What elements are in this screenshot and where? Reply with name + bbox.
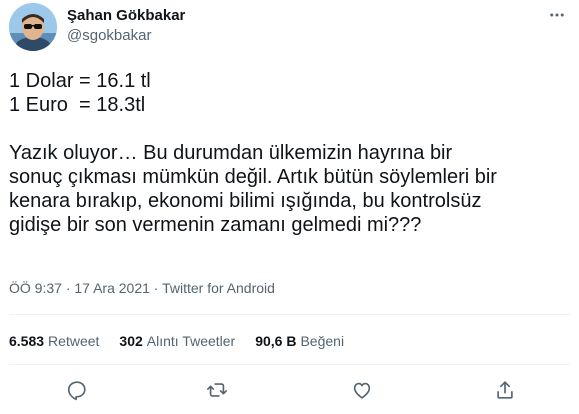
tweet-text-line: Yazık oluyor… Bu durumdan ülkemizin hayr…: [9, 142, 453, 164]
author-display-name[interactable]: Şahan Gökbakar: [67, 7, 185, 25]
retweet-count-link[interactable]: 6.583 Retweet: [9, 332, 99, 350]
tweet-actions: [0, 375, 579, 405]
tweet-card: Şahan Gökbakar @sgokbakar 1 Dolar = 16.1…: [0, 0, 579, 414]
retweet-icon: [207, 383, 227, 397]
tweet-source-link[interactable]: Twitter for Android: [162, 280, 275, 296]
retweet-label: Retweet: [48, 333, 100, 349]
tweet-time: ÖÖ 9:37: [9, 280, 62, 296]
tweet-meta: ÖÖ 9:37 · 17 Ara 2021 · Twitter for Andr…: [9, 280, 275, 296]
tweet-stats: 6.583 Retweet 302 Alıntı Tweetler 90,6 B Be…: [9, 332, 344, 350]
tweet-date: 17 Ara 2021: [74, 280, 150, 296]
reply-button[interactable]: [62, 375, 92, 405]
like-count-link[interactable]: 90,6 B Beğeni: [255, 332, 344, 350]
avatar-image: [9, 3, 57, 51]
quote-count-link[interactable]: 302 Alıntı Tweetler: [119, 332, 235, 350]
share-icon: [497, 381, 513, 399]
tweet-text: 1 Dolar = 16.1 tl 1 Euro = 18.3tl Yazık …: [9, 69, 574, 237]
like-button[interactable]: [347, 375, 377, 405]
quote-count: 302: [119, 333, 143, 349]
tweet-text-line: 1 Dolar = 16.1 tl: [9, 70, 151, 92]
tweet-text-line: gidişe bir son vermenin zamanı gelmedi m…: [9, 214, 422, 236]
meta-separator: ·: [153, 280, 159, 296]
meta-separator: ·: [65, 280, 71, 296]
share-button[interactable]: [490, 375, 520, 405]
tweet-text-line: 1 Euro = 18.3tl: [9, 94, 146, 116]
like-label: Beğeni: [300, 333, 345, 349]
tweet-timestamp[interactable]: ÖÖ 9:37 · 17 Ara 2021: [9, 280, 150, 296]
like-count: 90,6 B: [255, 333, 297, 349]
more-options-button[interactable]: [542, 2, 572, 28]
retweet-button[interactable]: [202, 375, 232, 405]
more-horizontal-icon: [550, 13, 564, 17]
retweet-count: 6.583: [9, 333, 45, 349]
divider: [9, 364, 570, 365]
tweet-text-line: kenara bırakıp, ekonomi bilimi ışığında,…: [9, 190, 482, 212]
author-handle[interactable]: @sgokbakar: [67, 27, 151, 45]
heart-icon: [353, 382, 371, 399]
quote-label: Alıntı Tweetler: [146, 333, 236, 349]
reply-icon: [67, 381, 86, 401]
tweet-text-line: sonuç çıkması mümkün değil. Artık bütün …: [9, 166, 497, 188]
divider: [9, 314, 570, 315]
avatar[interactable]: [9, 3, 57, 51]
